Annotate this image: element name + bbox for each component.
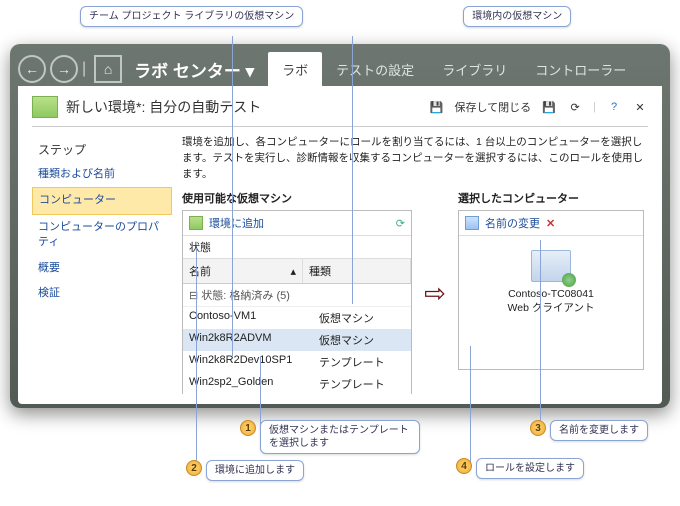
col-type[interactable]: 種類 xyxy=(303,259,411,283)
main-tabs: ラボ テストの設定 ライブラリ コントローラー xyxy=(268,52,640,87)
sidebar-item-verify[interactable]: 検証 xyxy=(32,281,172,306)
selected-computers-header: 選択したコンピューター xyxy=(458,190,644,206)
add-to-env-button[interactable]: 環境に追加 xyxy=(209,215,264,231)
annotation-1: 1仮想マシンまたはテンプレートを選択します xyxy=(240,420,420,454)
vm-role: Web クライアント xyxy=(508,302,595,316)
close-icon[interactable]: ✕ xyxy=(632,99,648,115)
annotation-4: 4ロールを設定します xyxy=(456,458,584,479)
transfer-arrow-icon: ⇨ xyxy=(420,278,450,309)
selected-panel: 名前の変更 ✕ Contoso-TC08041 Web クライアント xyxy=(458,210,644,370)
instruction-text: 環境を追加し、各コンピューターにロールを割り当てるには、1 台以上のコンピュータ… xyxy=(182,135,644,182)
back-button[interactable]: ← xyxy=(18,55,46,83)
table-row[interactable]: Win2sp2_Goldenテンプレート xyxy=(183,373,411,394)
content-area: 新しい環境*: 自分の自動テスト 💾 保存して閉じる 💾 ⟳ | ? ✕ ステッ… xyxy=(18,86,662,404)
table-row[interactable]: Win2k8R2ADVM仮想マシン xyxy=(183,329,411,351)
connector-line xyxy=(470,346,471,462)
connector-line xyxy=(232,36,233,356)
tab-lab[interactable]: ラボ xyxy=(268,52,322,87)
available-vm-header: 使用可能な仮想マシン xyxy=(182,190,412,206)
connector-line xyxy=(540,240,541,426)
available-vm-panel: 環境に追加 ⟳ 状態 名前 ▴ 種類 ⊟ 状態: 格納済み (5) Contoso… xyxy=(182,210,412,394)
sort-icon[interactable]: ▴ xyxy=(290,265,296,278)
refresh-list-icon[interactable]: ⟳ xyxy=(396,217,405,230)
document-header: 新しい環境*: 自分の自動テスト 💾 保存して閉じる 💾 ⟳ | ? ✕ xyxy=(32,96,648,127)
callout-library-vm: チーム プロジェクト ライブラリの仮想マシン xyxy=(80,6,303,27)
home-button[interactable]: ⌂ xyxy=(94,55,122,83)
selected-vm[interactable]: Contoso-TC08041 Web クライアント xyxy=(459,236,643,329)
app-window: ← → | ⌂ ラボ センター ▾ ラボ テストの設定 ライブラリ コントローラ… xyxy=(10,44,670,408)
main-panel: 環境を追加し、各コンピューターにロールを割り当てるには、1 台以上のコンピュータ… xyxy=(172,127,648,394)
help-icon[interactable]: ? xyxy=(606,99,622,115)
environment-icon xyxy=(32,96,58,118)
sidebar-header: ステップ xyxy=(32,137,172,162)
delete-button[interactable]: ✕ xyxy=(546,217,555,230)
table-row[interactable]: Win2k8R2Dev10SP1テンプレート xyxy=(183,351,411,373)
tab-test-settings[interactable]: テストの設定 xyxy=(322,52,428,87)
save-icon[interactable]: 💾 xyxy=(541,99,557,115)
connector-line xyxy=(352,36,353,304)
annotation-2: 2環境に追加します xyxy=(186,460,304,481)
computer-icon xyxy=(531,250,571,282)
save-close-button[interactable]: 保存して閉じる xyxy=(454,99,531,115)
add-env-icon xyxy=(189,216,203,230)
window-topbar: ← → | ⌂ ラボ センター ▾ ラボ テストの設定 ライブラリ コントローラ… xyxy=(18,52,662,86)
vm-name: Contoso-TC08041 xyxy=(508,288,595,302)
table-header: 名前 ▴ 種類 xyxy=(183,259,411,284)
rename-button[interactable]: 名前の変更 xyxy=(485,215,540,231)
group-row[interactable]: ⊟ 状態: 格納済み (5) xyxy=(183,284,411,307)
app-title: ラボ センター ▾ xyxy=(134,57,254,82)
sidebar-item-type-name[interactable]: 種類および名前 xyxy=(32,162,172,187)
tab-controller[interactable]: コントローラー xyxy=(521,52,640,87)
state-filter[interactable]: 状態 xyxy=(183,236,411,259)
sidebar-item-summary[interactable]: 概要 xyxy=(32,256,172,281)
step-sidebar: ステップ 種類および名前 コンピューター コンピューターのプロパティ 概要 検証 xyxy=(32,127,172,394)
connector-line xyxy=(260,356,261,424)
col-name[interactable]: 名前 xyxy=(189,263,211,279)
table-row[interactable]: Contoso-VM1仮想マシン xyxy=(183,307,411,329)
refresh-icon[interactable]: ⟳ xyxy=(567,99,583,115)
sidebar-item-computers[interactable]: コンピューター xyxy=(32,187,172,214)
save-close-icon[interactable]: 💾 xyxy=(428,99,444,115)
connector-line xyxy=(196,248,197,464)
callout-env-vm: 環境内の仮想マシン xyxy=(463,6,571,27)
annotation-3: 3名前を変更します xyxy=(530,420,648,441)
rename-icon xyxy=(465,216,479,230)
tab-library[interactable]: ライブラリ xyxy=(428,52,521,87)
sidebar-item-computer-props[interactable]: コンピューターのプロパティ xyxy=(32,215,172,256)
separator: | xyxy=(82,60,86,78)
forward-button[interactable]: → xyxy=(50,55,78,83)
